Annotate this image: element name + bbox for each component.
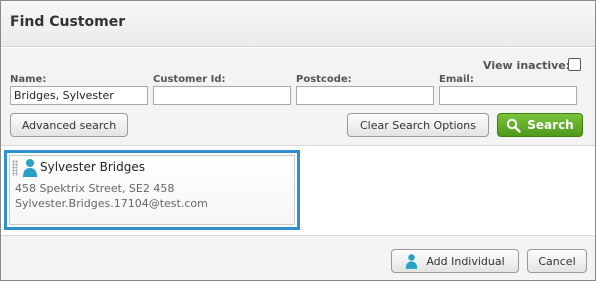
customer-id-label: Customer Id: [153,74,226,85]
search-results: Sylvester Bridges 458 Spektrix Street, S… [1,147,595,235]
postcode-input[interactable] [296,86,434,105]
email-label: Email: [439,74,474,85]
name-input[interactable] [10,86,148,105]
customer-name: Sylvester Bridges [40,160,145,174]
add-individual-label: Add Individual [426,254,505,268]
name-label: Name: [10,74,47,85]
search-panel: View inactive: Name: Customer Id: Postco… [1,48,595,146]
dialog-title: Find Customer [10,14,126,30]
advanced-search-button[interactable]: Advanced search [10,113,128,137]
clear-search-options-label: Clear Search Options [360,118,476,132]
find-customer-dialog: Find Customer View inactive: Name: Custo… [0,0,596,281]
view-inactive-label: View inactive: [483,59,571,72]
advanced-search-label: Advanced search [21,118,117,132]
person-icon [23,159,37,177]
add-individual-button[interactable]: Add Individual [391,249,519,273]
email-input[interactable] [439,86,577,105]
search-button-label: Search [527,118,574,132]
customer-email: Sylvester.Bridges.17104@test.com [15,197,208,210]
customer-id-input[interactable] [153,86,291,105]
customer-address: 458 Spektrix Street, SE2 458 [15,182,175,195]
view-inactive-checkbox[interactable] [568,58,581,71]
person-icon [406,253,418,269]
cancel-button[interactable]: Cancel [527,249,587,273]
drag-handle-icon[interactable] [12,160,18,176]
postcode-label: Postcode: [296,74,352,85]
search-icon [507,118,521,133]
clear-search-options-button[interactable]: Clear Search Options [347,113,489,137]
dialog-footer: Add Individual Cancel [1,235,595,280]
customer-result-card[interactable]: Sylvester Bridges 458 Spektrix Street, S… [4,150,300,230]
search-button[interactable]: Search [497,113,583,137]
dialog-titlebar: Find Customer [1,1,595,47]
customer-result-card-body: Sylvester Bridges 458 Spektrix Street, S… [9,155,295,225]
cancel-label: Cancel [538,254,576,268]
